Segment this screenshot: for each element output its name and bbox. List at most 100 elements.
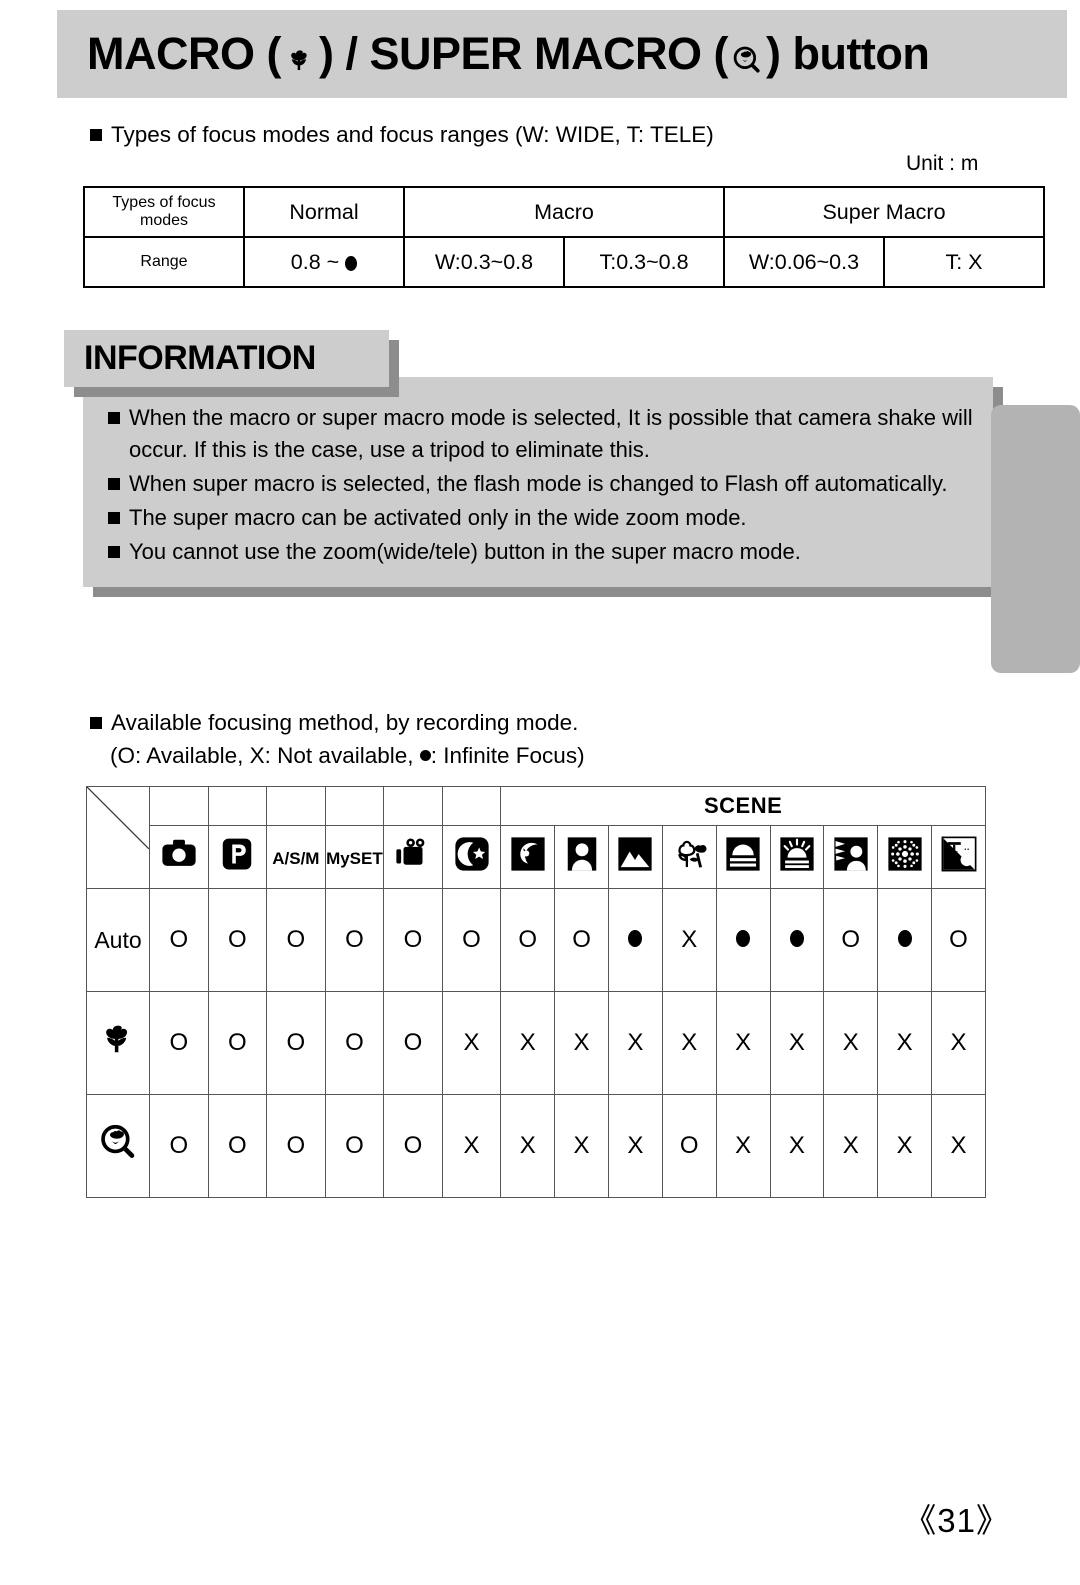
information-list: When the macro or super macro mode is se…	[108, 402, 977, 570]
cell-auto-focus-auto: O	[149, 888, 209, 992]
cell-value: X	[735, 1029, 752, 1056]
cell-value: X	[627, 1132, 644, 1159]
backlight-icon	[832, 835, 870, 879]
cell-macro-fireworks: X	[877, 991, 933, 1095]
scene-night-icon	[509, 835, 547, 879]
cell-auto-focus-asm: O	[266, 888, 326, 992]
portrait-person-icon	[563, 835, 601, 879]
cell-value: O	[679, 1132, 699, 1159]
legend-text-post: : Infinite Focus)	[430, 743, 585, 768]
mode-column-spacer-program	[207, 786, 268, 826]
cell-super-macro-fireworks: X	[877, 1094, 933, 1198]
availability-table-body: SCENE A/S/M MySET Auto O O O O O O O O X O O O O O O O X X X X X…	[86, 786, 986, 1198]
cell-value: X	[950, 1029, 967, 1056]
page-title: MACRO ( ) / SUPER MACRO ( ) button	[87, 28, 930, 80]
column-header-closeup	[661, 825, 717, 889]
legend-text-pre: (O: Available, X: Not available,	[110, 743, 420, 768]
column-header-movie	[383, 825, 443, 889]
cell-value: X	[896, 1132, 913, 1159]
scene-group-label: SCENE	[703, 793, 783, 818]
column-header-beachsnow	[931, 825, 986, 889]
cell-auto-focus-beachsnow: O	[931, 888, 986, 992]
cell-value: X	[573, 1132, 590, 1159]
cell-super-macro-night: X	[441, 1094, 502, 1198]
focusing-method-heading-text: Available focusing method, by recording …	[111, 710, 579, 735]
information-item-text: You cannot use the zoom(wide/tele) butto…	[129, 539, 801, 564]
focus-range-macro-wide: W:0.3~0.8	[403, 236, 565, 288]
table-header-row-group: SCENE	[86, 786, 986, 889]
availability-table: SCENE A/S/M MySET Auto O O O O O O O O X O O O O O O O X X X X X…	[86, 786, 986, 1198]
column-header-label-asm: A/S/M	[272, 849, 320, 868]
focus-range-super-wide: W:0.06~0.3	[723, 236, 885, 288]
cell-value: X	[463, 1132, 480, 1159]
cell-value: O	[462, 926, 481, 953]
cell-auto-focus-landscape	[607, 888, 663, 992]
cell-auto-focus-night: O	[441, 888, 502, 992]
information-label: INFORMATION	[64, 330, 389, 387]
cell-macro-beachsnow: X	[931, 991, 986, 1095]
page-title-part-2: ) / SUPER MACRO (	[318, 28, 729, 79]
cell-macro-landscape: X	[607, 991, 663, 1095]
unit-label: Unit : m	[906, 152, 979, 175]
cell-value: X	[573, 1029, 590, 1056]
cell-super-macro-closeup: O	[661, 1094, 717, 1198]
cell-value: O	[572, 926, 591, 953]
cell-value: O	[403, 1029, 423, 1056]
cell-value: X	[842, 1029, 859, 1056]
focus-ranges-heading: Types of focus modes and focus ranges (W…	[90, 122, 714, 148]
column-header-myset: MySET	[324, 825, 385, 889]
cell-super-macro-movie: O	[383, 1094, 443, 1198]
cell-value: X	[788, 1132, 805, 1159]
column-header-backlight	[823, 825, 879, 889]
cell-macro-sunset: X	[715, 991, 771, 1095]
infinity-dot-icon	[345, 255, 358, 271]
cell-super-macro-program: O	[207, 1094, 268, 1198]
cell-auto-focus-fireworks	[877, 888, 933, 992]
cell-super-macro-dawn: X	[769, 1094, 825, 1198]
cell-value: O	[227, 1132, 247, 1159]
cell-value: O	[169, 926, 189, 953]
cell-value: X	[735, 1132, 752, 1159]
cell-value: O	[286, 1029, 306, 1056]
cell-super-macro-backlight: X	[823, 1094, 879, 1198]
column-header-auto	[149, 825, 209, 889]
infinite-focus-dot-icon	[419, 750, 431, 761]
list-item: When the macro or super macro mode is se…	[108, 402, 977, 466]
cell-value: O	[227, 1029, 247, 1056]
column-header-scene-night	[500, 825, 556, 889]
cell-super-macro-scene-night: X	[500, 1094, 556, 1198]
cell-auto-focus-portrait: O	[554, 888, 609, 992]
program-p-icon	[218, 835, 256, 879]
focus-range-super-tele: T: X	[883, 236, 1045, 288]
cell-super-macro-portrait: X	[554, 1094, 609, 1198]
square-bullet-icon	[108, 478, 120, 490]
column-header-sunset	[715, 825, 771, 889]
cell-value: O	[949, 926, 968, 953]
cell-value: O	[841, 926, 861, 953]
cell-value: O	[227, 926, 247, 953]
cell-auto-focus-closeup: X	[661, 888, 717, 992]
cell-value: X	[896, 1029, 913, 1056]
scene-group-header: SCENE	[500, 786, 986, 826]
beach-snow-icon	[940, 835, 978, 879]
square-bullet-icon	[108, 512, 120, 524]
dawn-sunrise-icon	[778, 835, 816, 879]
focus-range-table: Types of focus modes Normal Macro Super …	[83, 186, 1045, 288]
cell-super-macro-landscape: X	[607, 1094, 663, 1198]
page-thumb-index-tab	[991, 405, 1080, 673]
camera-auto-icon	[160, 835, 198, 879]
table-row: Range 0.8 ~ W:0.3~0.8 T:0.3~0.8 W:0.06~0…	[83, 236, 1045, 288]
cell-value: X	[681, 926, 698, 953]
row-label-text-auto-focus: Auto	[94, 926, 142, 953]
cell-value: X	[463, 1029, 480, 1056]
focus-range-normal-text: 0.8 ~	[290, 249, 346, 274]
cell-auto-focus-sunset	[715, 888, 771, 992]
macro-tulip-icon	[97, 1019, 139, 1067]
cell-value	[898, 926, 912, 953]
cell-macro-asm: O	[266, 991, 326, 1095]
cell-value: X	[788, 1029, 805, 1056]
closeup-flower-icon	[670, 835, 708, 879]
cell-value: O	[286, 926, 306, 953]
cell-macro-scene-night: X	[500, 991, 556, 1095]
cell-auto-focus-myset: O	[324, 888, 385, 992]
